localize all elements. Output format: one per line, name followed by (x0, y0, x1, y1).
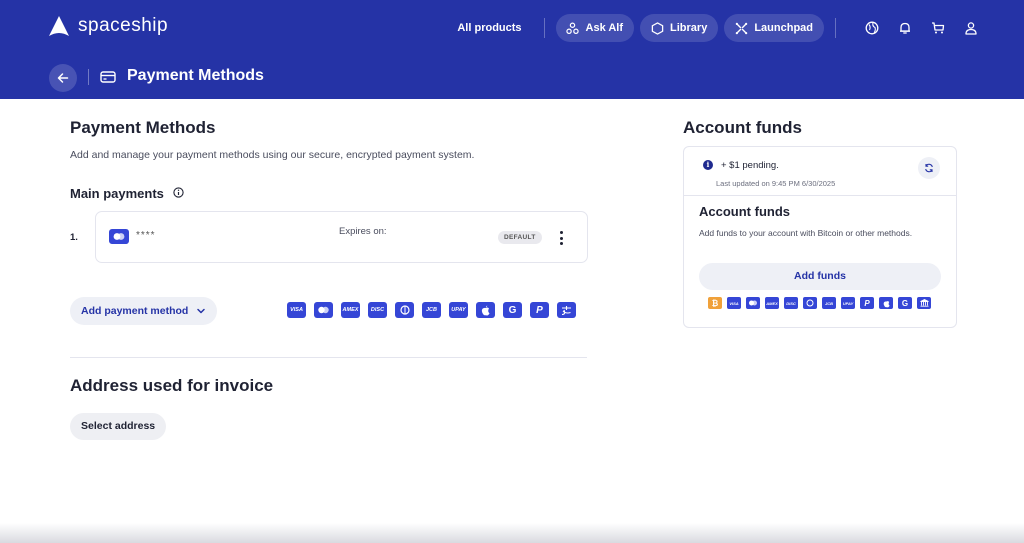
refresh-icon (925, 163, 933, 173)
main-nav: All products Ask Alf Library Launchpad (457, 14, 980, 42)
pending-funds-row: i + $1 pending. Last updated on 9:45 PM … (684, 147, 956, 196)
invoice-address-heading: Address used for invoice (70, 376, 274, 395)
arrow-left-icon (57, 73, 69, 83)
amex-logo: AMEX (765, 297, 779, 309)
add-payment-method-label: Add payment method (81, 305, 189, 317)
last-updated-text: Last updated on 9:45 PM 6/30/2025 (716, 179, 836, 188)
masked-card-number: **** (136, 230, 156, 241)
visa-logo: VISA (727, 297, 741, 309)
page-header-bar: Payment Methods (0, 56, 1024, 99)
discover-logo: DISC (784, 297, 798, 309)
main-payments-heading: Main payments (70, 186, 164, 201)
account-funds-subtitle: Account funds (699, 204, 790, 219)
paypal-logo: P (530, 302, 549, 318)
ask-alf-label: Ask Alf (585, 22, 624, 34)
more-options-icon[interactable] (556, 229, 566, 247)
info-icon: i (703, 160, 713, 170)
site-header: spaceship All products Ask Alf Library L… (0, 0, 1024, 99)
window-bottom-edge (0, 523, 1024, 543)
diners-club-logo (803, 297, 817, 309)
account-funds-heading: Account funds (683, 118, 802, 137)
apple-pay-logo (476, 302, 495, 318)
jcb-logo: JCB (822, 297, 836, 309)
globe-icon[interactable] (863, 19, 881, 37)
visa-logo: VISA (287, 302, 306, 318)
alipay-logo (557, 302, 576, 318)
mastercard-logo (314, 302, 333, 318)
library-label: Library (670, 22, 708, 34)
paypal-logo: P (860, 297, 874, 309)
launchpad-label: Launchpad (754, 22, 813, 34)
unionpay-logo: UPAY (449, 302, 468, 318)
launchpad-button[interactable]: Launchpad (724, 14, 824, 42)
back-button[interactable] (49, 64, 77, 92)
payment-methods-description: Add and manage your payment methods usin… (70, 149, 475, 161)
nav-divider (835, 18, 836, 38)
top-nav-bar: spaceship All products Ask Alf Library L… (0, 0, 1024, 56)
google-pay-logo: G (898, 297, 912, 309)
unionpay-logo: UPAY (841, 297, 855, 309)
user-icon[interactable] (962, 19, 980, 37)
funding-method-logos: ₿ VISA AMEX DISC JCB UPAY P G (708, 297, 931, 309)
bitcoin-logo: ₿ (708, 297, 722, 309)
library-button[interactable]: Library (640, 14, 719, 42)
mastercard-icon (109, 229, 129, 244)
pending-amount: + $1 pending. (721, 160, 779, 171)
expires-label: Expires on: (339, 226, 387, 237)
select-address-button[interactable]: Select address (70, 413, 167, 440)
brand-name: spaceship (78, 15, 169, 36)
nav-divider (543, 18, 545, 38)
refresh-button[interactable] (918, 157, 940, 179)
ask-alf-button[interactable]: Ask Alf (555, 14, 635, 42)
credit-card-icon (100, 71, 116, 83)
section-divider (70, 357, 587, 358)
chevron-down-icon (197, 308, 206, 314)
bank-transfer-logo (917, 297, 931, 309)
launchpad-icon (734, 21, 748, 35)
google-pay-logo: G (503, 302, 522, 318)
apple-pay-logo (879, 297, 893, 309)
page-title: Payment Methods (127, 67, 264, 84)
mastercard-logo (746, 297, 760, 309)
hexagon-icon (650, 21, 664, 35)
amex-logo: AMEX (341, 302, 360, 318)
diners-club-logo (395, 302, 414, 318)
payment-methods-heading: Payment Methods (70, 118, 216, 137)
cart-icon[interactable] (929, 19, 947, 37)
jcb-logo: JCB (422, 302, 441, 318)
spaceship-logo-icon (49, 16, 69, 36)
account-funds-description: Add funds to your account with Bitcoin o… (699, 228, 913, 238)
info-icon[interactable] (173, 187, 184, 198)
all-products-link[interactable]: All products (457, 22, 521, 34)
payment-row-number: 1. (70, 232, 78, 243)
add-payment-method-button[interactable]: Add payment method (70, 297, 218, 325)
header-divider (88, 69, 89, 85)
supported-payment-logos: VISA AMEX DISC JCB UPAY G P (287, 302, 576, 318)
payment-method-card[interactable]: **** Expires on: DEFAULT (95, 211, 588, 263)
add-funds-button[interactable]: Add funds (699, 263, 941, 290)
alf-icon (566, 21, 580, 35)
bell-icon[interactable] (896, 19, 914, 37)
discover-logo: DISC (368, 302, 387, 318)
spaceship-logo[interactable]: spaceship (48, 15, 168, 37)
default-badge: DEFAULT (498, 231, 542, 244)
